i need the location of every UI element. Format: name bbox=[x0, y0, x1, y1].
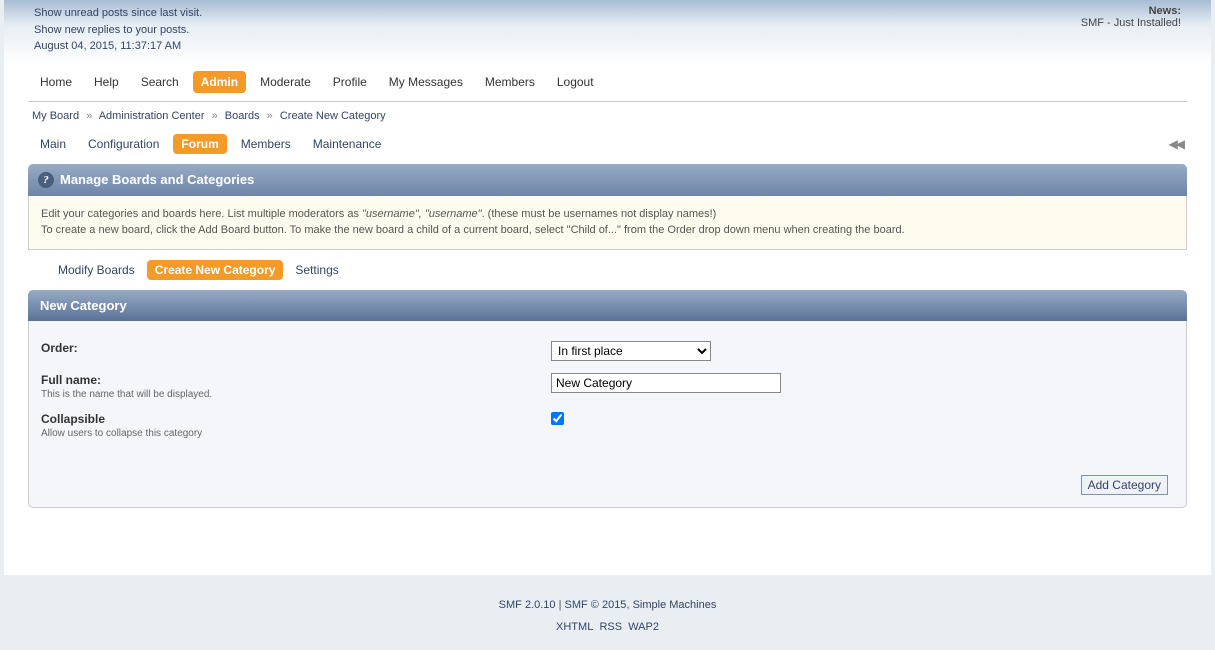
menu-logout[interactable]: Logout bbox=[549, 71, 602, 93]
footer-bar: | bbox=[556, 599, 565, 611]
section-header: ? Manage Boards and Categories bbox=[28, 164, 1187, 196]
tab-settings[interactable]: Settings bbox=[287, 260, 346, 280]
crumb-sep: » bbox=[263, 110, 277, 122]
order-label: Order: bbox=[41, 341, 531, 355]
tab-modify-boards[interactable]: Modify Boards bbox=[50, 260, 143, 280]
submenu-configuration[interactable]: Configuration bbox=[80, 134, 167, 154]
footer-copyright[interactable]: SMF © 2015 bbox=[565, 599, 627, 611]
fullname-label: Full name: bbox=[41, 373, 531, 387]
collapse-toggle-icon[interactable]: ◀◀ bbox=[1169, 137, 1183, 151]
section-title: Manage Boards and Categories bbox=[60, 172, 254, 187]
form-title: New Category bbox=[40, 298, 127, 313]
collapsible-label: Collapsible bbox=[41, 412, 531, 426]
info-text-em: "username", "username" bbox=[362, 208, 482, 220]
footer-rss[interactable]: RSS bbox=[599, 621, 622, 633]
menu-home[interactable]: Home bbox=[32, 71, 80, 93]
page-wrapper: Show unread posts since last visit. Show… bbox=[4, 0, 1211, 575]
menu-members[interactable]: Members bbox=[477, 71, 543, 93]
new-replies-link[interactable]: Show new replies to your posts. bbox=[34, 24, 189, 36]
footer-wap2[interactable]: WAP2 bbox=[628, 621, 659, 633]
news-label: News: bbox=[1149, 5, 1181, 17]
menu-help[interactable]: Help bbox=[86, 71, 127, 93]
crumb-sep: » bbox=[208, 110, 222, 122]
collapsible-checkbox[interactable] bbox=[551, 412, 564, 425]
form-panel: Order: In first place Full name: This is… bbox=[28, 321, 1187, 508]
footer-smf-version[interactable]: SMF 2.0.10 bbox=[499, 599, 556, 611]
footer-simple-machines[interactable]: Simple Machines bbox=[633, 599, 717, 611]
news-text: SMF - Just Installed! bbox=[1081, 17, 1181, 29]
collapsible-hint: Allow users to collapse this category bbox=[41, 428, 531, 439]
tab-row: Modify Boards Create New Category Settin… bbox=[28, 250, 1187, 290]
submenu-forum[interactable]: Forum bbox=[173, 134, 226, 154]
footer: SMF 2.0.10 | SMF © 2015, Simple Machines… bbox=[0, 575, 1215, 643]
menu-moderate[interactable]: Moderate bbox=[252, 71, 319, 93]
crumb-admin-center[interactable]: Administration Center bbox=[99, 110, 205, 122]
crumb-boards[interactable]: Boards bbox=[225, 110, 260, 122]
menu-profile[interactable]: Profile bbox=[325, 71, 375, 93]
submenu-main[interactable]: Main bbox=[32, 134, 74, 154]
order-select[interactable]: In first place bbox=[551, 341, 711, 361]
row-fullname: Full name: This is the name that will be… bbox=[41, 367, 1174, 406]
menu-my-messages[interactable]: My Messages bbox=[381, 71, 471, 93]
crumb-sep: » bbox=[82, 110, 96, 122]
menu-search[interactable]: Search bbox=[133, 71, 187, 93]
breadcrumb: My Board » Administration Center » Board… bbox=[4, 102, 1211, 130]
info-box: Edit your categories and boards here. Li… bbox=[28, 196, 1187, 250]
tab-create-new-category[interactable]: Create New Category bbox=[147, 260, 284, 280]
main-menu: Home Help Search Admin Moderate Profile … bbox=[4, 65, 1211, 101]
footer-xhtml[interactable]: XHTML bbox=[556, 621, 593, 633]
submenu-members[interactable]: Members bbox=[233, 134, 299, 154]
info-text-1a: Edit your categories and boards here. Li… bbox=[41, 208, 362, 220]
fullname-input[interactable] bbox=[551, 373, 781, 393]
user-links: Show unread posts since last visit. Show… bbox=[34, 5, 202, 55]
info-text-1b: . (these must be usernames not display n… bbox=[482, 208, 717, 220]
main-content: ? Manage Boards and Categories Edit your… bbox=[4, 164, 1211, 508]
submenu-maintenance[interactable]: Maintenance bbox=[305, 134, 390, 154]
crumb-my-board[interactable]: My Board bbox=[32, 110, 79, 122]
info-text-2: To create a new board, click the Add Boa… bbox=[41, 224, 905, 236]
help-icon[interactable]: ? bbox=[38, 172, 54, 188]
current-datetime: August 04, 2015, 11:37:17 AM bbox=[34, 40, 181, 52]
menu-admin[interactable]: Admin bbox=[193, 71, 246, 93]
form-title-bar: New Category bbox=[28, 290, 1187, 321]
fullname-hint: This is the name that will be displayed. bbox=[41, 389, 531, 400]
row-order: Order: In first place bbox=[41, 335, 1174, 367]
news-box: News: SMF - Just Installed! bbox=[1081, 5, 1181, 55]
button-row bbox=[41, 445, 1174, 495]
crumb-create-new-category[interactable]: Create New Category bbox=[280, 110, 386, 122]
top-header: Show unread posts since last visit. Show… bbox=[4, 0, 1211, 65]
add-category-button[interactable] bbox=[1081, 475, 1168, 495]
admin-sub-menu: Main Configuration Forum Members Mainten… bbox=[4, 130, 1211, 164]
unread-posts-link[interactable]: Show unread posts since last visit. bbox=[34, 7, 202, 19]
row-collapsible: Collapsible Allow users to collapse this… bbox=[41, 406, 1174, 445]
